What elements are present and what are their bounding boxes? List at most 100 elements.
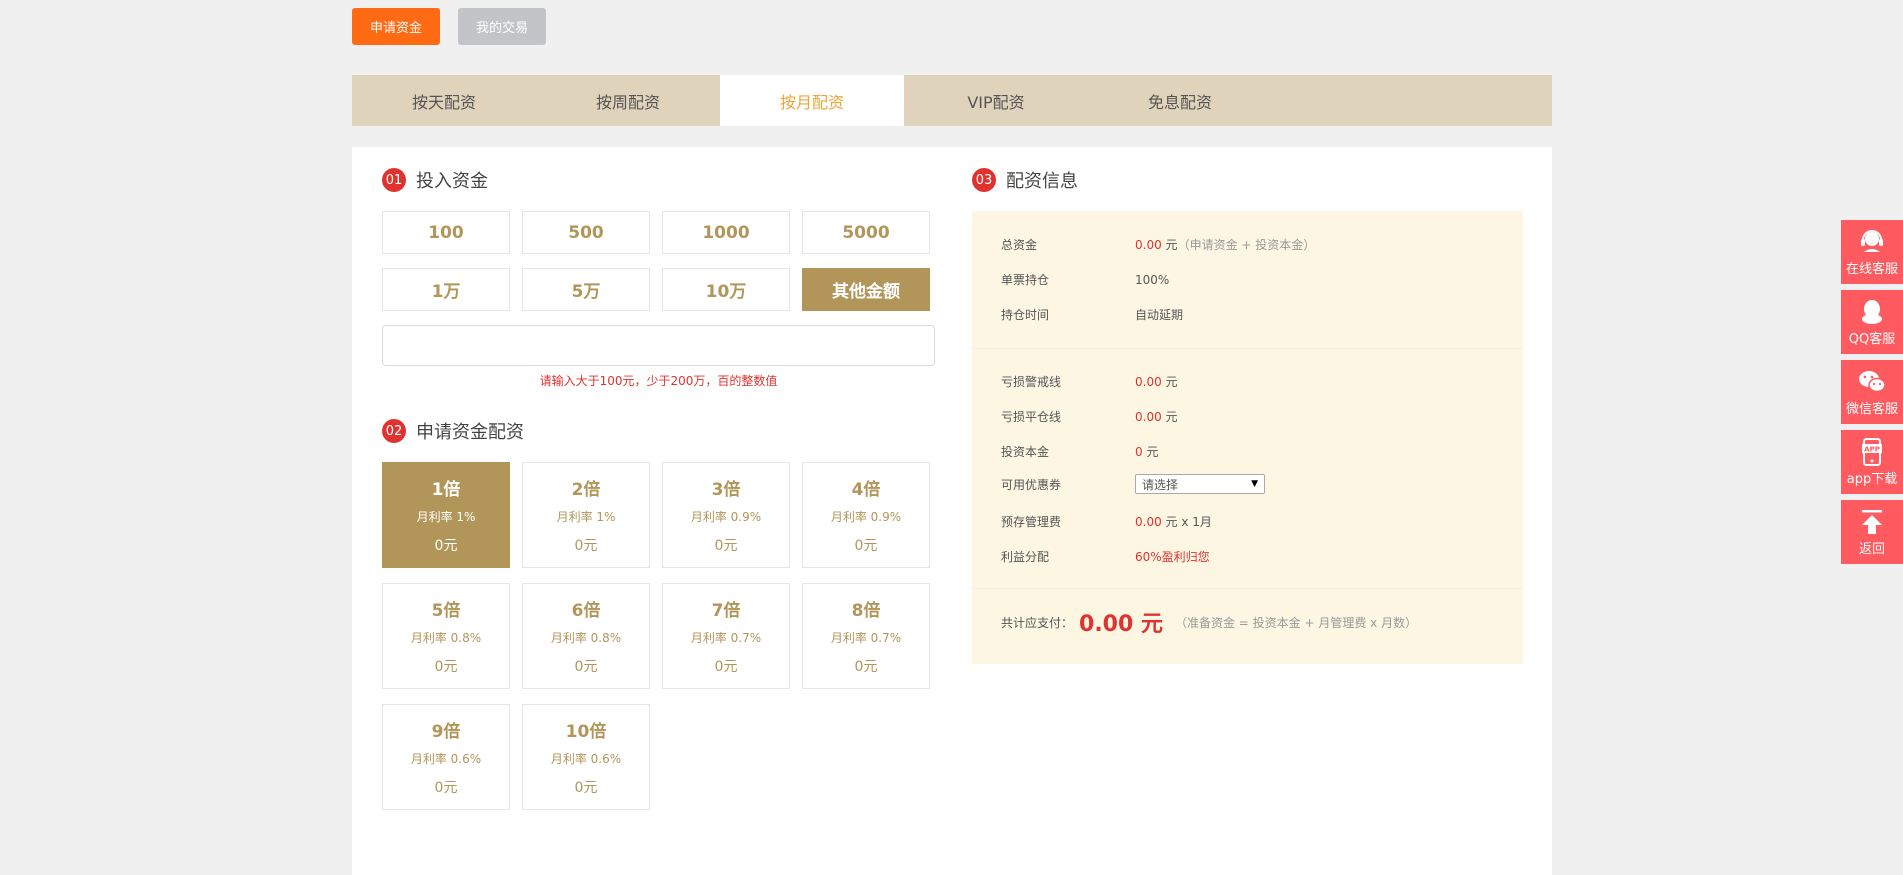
leverage-money: 0元 — [434, 780, 458, 796]
section-info-title: 03 配资信息 — [972, 167, 1078, 193]
tab-monthly[interactable]: 按月配资 — [720, 75, 904, 126]
section-title-text: 配资信息 — [1006, 171, 1078, 192]
tab-interest-free[interactable]: 免息配资 — [1088, 75, 1272, 126]
leverage-option[interactable]: 8倍 月利率 0.7% 0元 — [802, 583, 930, 689]
leverage-option[interactable]: 9倍 月利率 0.6% 0元 — [382, 704, 510, 810]
info-block-details: 亏损警戒线 0.00 元 亏损平仓线 0.00 元 投资本金 0 元 可用优惠券… — [972, 349, 1523, 589]
leverage-option[interactable]: 3倍 月利率 0.9% 0元 — [662, 462, 790, 568]
leverage-rate: 月利率 0.8% — [550, 631, 622, 645]
my-trades-button[interactable]: 我的交易 — [458, 8, 546, 45]
leverage-option[interactable]: 5倍 月利率 0.8% 0元 — [382, 583, 510, 689]
principal-unit: 元 — [1146, 445, 1159, 459]
info-row-principal: 投资本金 0 元 — [1001, 443, 1158, 460]
fee-value: 0.00 — [1135, 514, 1162, 529]
info-label: 亏损平仓线 — [1001, 410, 1062, 424]
info-label: 单票持仓 — [1001, 273, 1050, 287]
section-number-badge: 02 — [382, 419, 406, 443]
leverage-money: 0元 — [434, 659, 458, 675]
funding-info-panel: 总资金 0.00 元 （申请资金 + 投资本金） 单票持仓 100% 持仓时间 … — [972, 211, 1523, 664]
leverage-multiple: 8倍 — [851, 601, 881, 621]
leverage-multiple: 7倍 — [711, 601, 741, 621]
info-row-total: 总资金 0.00 元 （申请资金 + 投资本金） — [1001, 236, 1315, 253]
section-number-badge: 03 — [972, 168, 996, 192]
amount-option-other[interactable]: 其他金额 — [802, 268, 930, 311]
leverage-option[interactable]: 6倍 月利率 0.8% 0元 — [522, 583, 650, 689]
warn-unit: 元 — [1165, 375, 1178, 389]
info-row-warn: 亏损警戒线 0.00 元 — [1001, 373, 1178, 390]
apply-funds-button[interactable]: 申请资金 — [352, 8, 440, 45]
leverage-money: 0元 — [714, 538, 738, 554]
amount-option[interactable]: 5万 — [522, 268, 650, 311]
tab-weekly[interactable]: 按周配资 — [536, 75, 720, 126]
tab-daily[interactable]: 按天配资 — [352, 75, 536, 126]
info-label: 利益分配 — [1001, 550, 1050, 564]
close-value: 0.00 — [1135, 409, 1162, 424]
amount-option[interactable]: 1万 — [382, 268, 510, 311]
section-number-badge: 01 — [382, 168, 406, 192]
single-value: 100% — [1135, 272, 1170, 287]
total-value: 0.00 — [1135, 237, 1162, 252]
leverage-option[interactable]: 1倍 月利率 1% 0元 — [382, 462, 510, 568]
app-download-button[interactable]: APP app下载 — [1841, 430, 1903, 494]
info-row-coupon: 可用优惠券 请选择 ▼ — [1001, 474, 1265, 494]
wechat-icon — [1859, 370, 1886, 392]
amount-options: 100 500 1000 5000 1万 5万 10万 其他金额 — [382, 211, 930, 311]
dropdown-arrow-icon: ▼ — [1251, 479, 1258, 489]
fee-unit: 元 x 1月 — [1165, 515, 1212, 529]
leverage-option[interactable]: 10倍 月利率 0.6% 0元 — [522, 704, 650, 810]
leverage-rate: 月利率 0.9% — [830, 510, 902, 524]
online-service-button[interactable]: 在线客服 — [1841, 220, 1903, 284]
amount-option[interactable]: 1000 — [662, 211, 790, 254]
sidebar-item-label: 返回 — [1858, 541, 1885, 557]
leverage-multiple: 5倍 — [431, 601, 461, 621]
leverage-multiple: 4倍 — [851, 480, 881, 500]
info-block-summary: 总资金 0.00 元 （申请资金 + 投资本金） 单票持仓 100% 持仓时间 … — [972, 211, 1523, 349]
sidebar-item-label: 在线客服 — [1845, 261, 1898, 277]
principal-value: 0 — [1135, 444, 1143, 459]
back-to-top-button[interactable]: 返回 — [1841, 500, 1903, 564]
section-invest-title: 01 投入资金 — [382, 167, 488, 193]
leverage-option[interactable]: 4倍 月利率 0.9% 0元 — [802, 462, 930, 568]
leverage-money: 0元 — [854, 538, 878, 554]
leverage-rate: 月利率 0.7% — [830, 631, 902, 645]
coupon-select[interactable]: 请选择 ▼ — [1135, 474, 1265, 494]
leverage-rate: 月利率 0.9% — [690, 510, 762, 524]
amount-option[interactable]: 5000 — [802, 211, 930, 254]
app-icon: APP — [1862, 437, 1882, 466]
amount-option[interactable]: 10万 — [662, 268, 790, 311]
wechat-service-button[interactable]: 微信客服 — [1841, 360, 1903, 424]
floating-sidebar: 在线客服 QQ客服 微信客服 APP app下载 返回 — [1841, 220, 1903, 564]
pay-note: （准备资金 = 投资本金 + 月管理费 x 月数） — [1174, 615, 1418, 630]
info-label: 投资本金 — [1001, 445, 1050, 459]
coupon-selected: 请选择 — [1142, 477, 1179, 492]
leverage-money: 0元 — [574, 659, 598, 675]
back-to-top-icon — [1862, 509, 1882, 534]
total-unit: 元 — [1165, 238, 1178, 252]
info-row-single: 单票持仓 100% — [1001, 271, 1169, 288]
amount-option[interactable]: 100 — [382, 211, 510, 254]
section-title-text: 投入资金 — [416, 171, 488, 192]
tab-vip[interactable]: VIP配资 — [904, 75, 1088, 126]
leverage-option[interactable]: 7倍 月利率 0.7% 0元 — [662, 583, 790, 689]
tab-bar: 按天配资 按周配资 按月配资 VIP配资 免息配资 — [352, 75, 1552, 126]
leverage-money: 0元 — [574, 780, 598, 796]
info-row-close: 亏损平仓线 0.00 元 — [1001, 408, 1178, 425]
leverage-multiple: 3倍 — [711, 480, 741, 500]
section-leverage-title: 02 申请资金配资 — [382, 418, 524, 444]
amount-option[interactable]: 500 — [522, 211, 650, 254]
amount-input[interactable] — [382, 325, 935, 366]
qq-service-button[interactable]: QQ客服 — [1841, 290, 1903, 354]
leverage-option[interactable]: 2倍 月利率 1% 0元 — [522, 462, 650, 568]
leverage-money: 0元 — [854, 659, 878, 675]
leverage-multiple: 10倍 — [565, 722, 607, 742]
pay-value: 0.00 元 — [1079, 612, 1163, 637]
info-row-profit: 利益分配 60%盈利归您 — [1001, 548, 1210, 565]
info-label: 总资金 — [1001, 238, 1038, 252]
qq-icon — [1862, 299, 1882, 324]
leverage-multiple: 9倍 — [431, 722, 461, 742]
leverage-money: 0元 — [574, 538, 598, 554]
leverage-rate: 月利率 0.7% — [690, 631, 762, 645]
info-label: 亏损警戒线 — [1001, 375, 1062, 389]
info-row-fee: 预存管理费 0.00 元 x 1月 — [1001, 513, 1212, 530]
leverage-options: 1倍 月利率 1% 0元 2倍 月利率 1% 0元 3倍 月利率 0.9% 0元… — [382, 462, 930, 810]
